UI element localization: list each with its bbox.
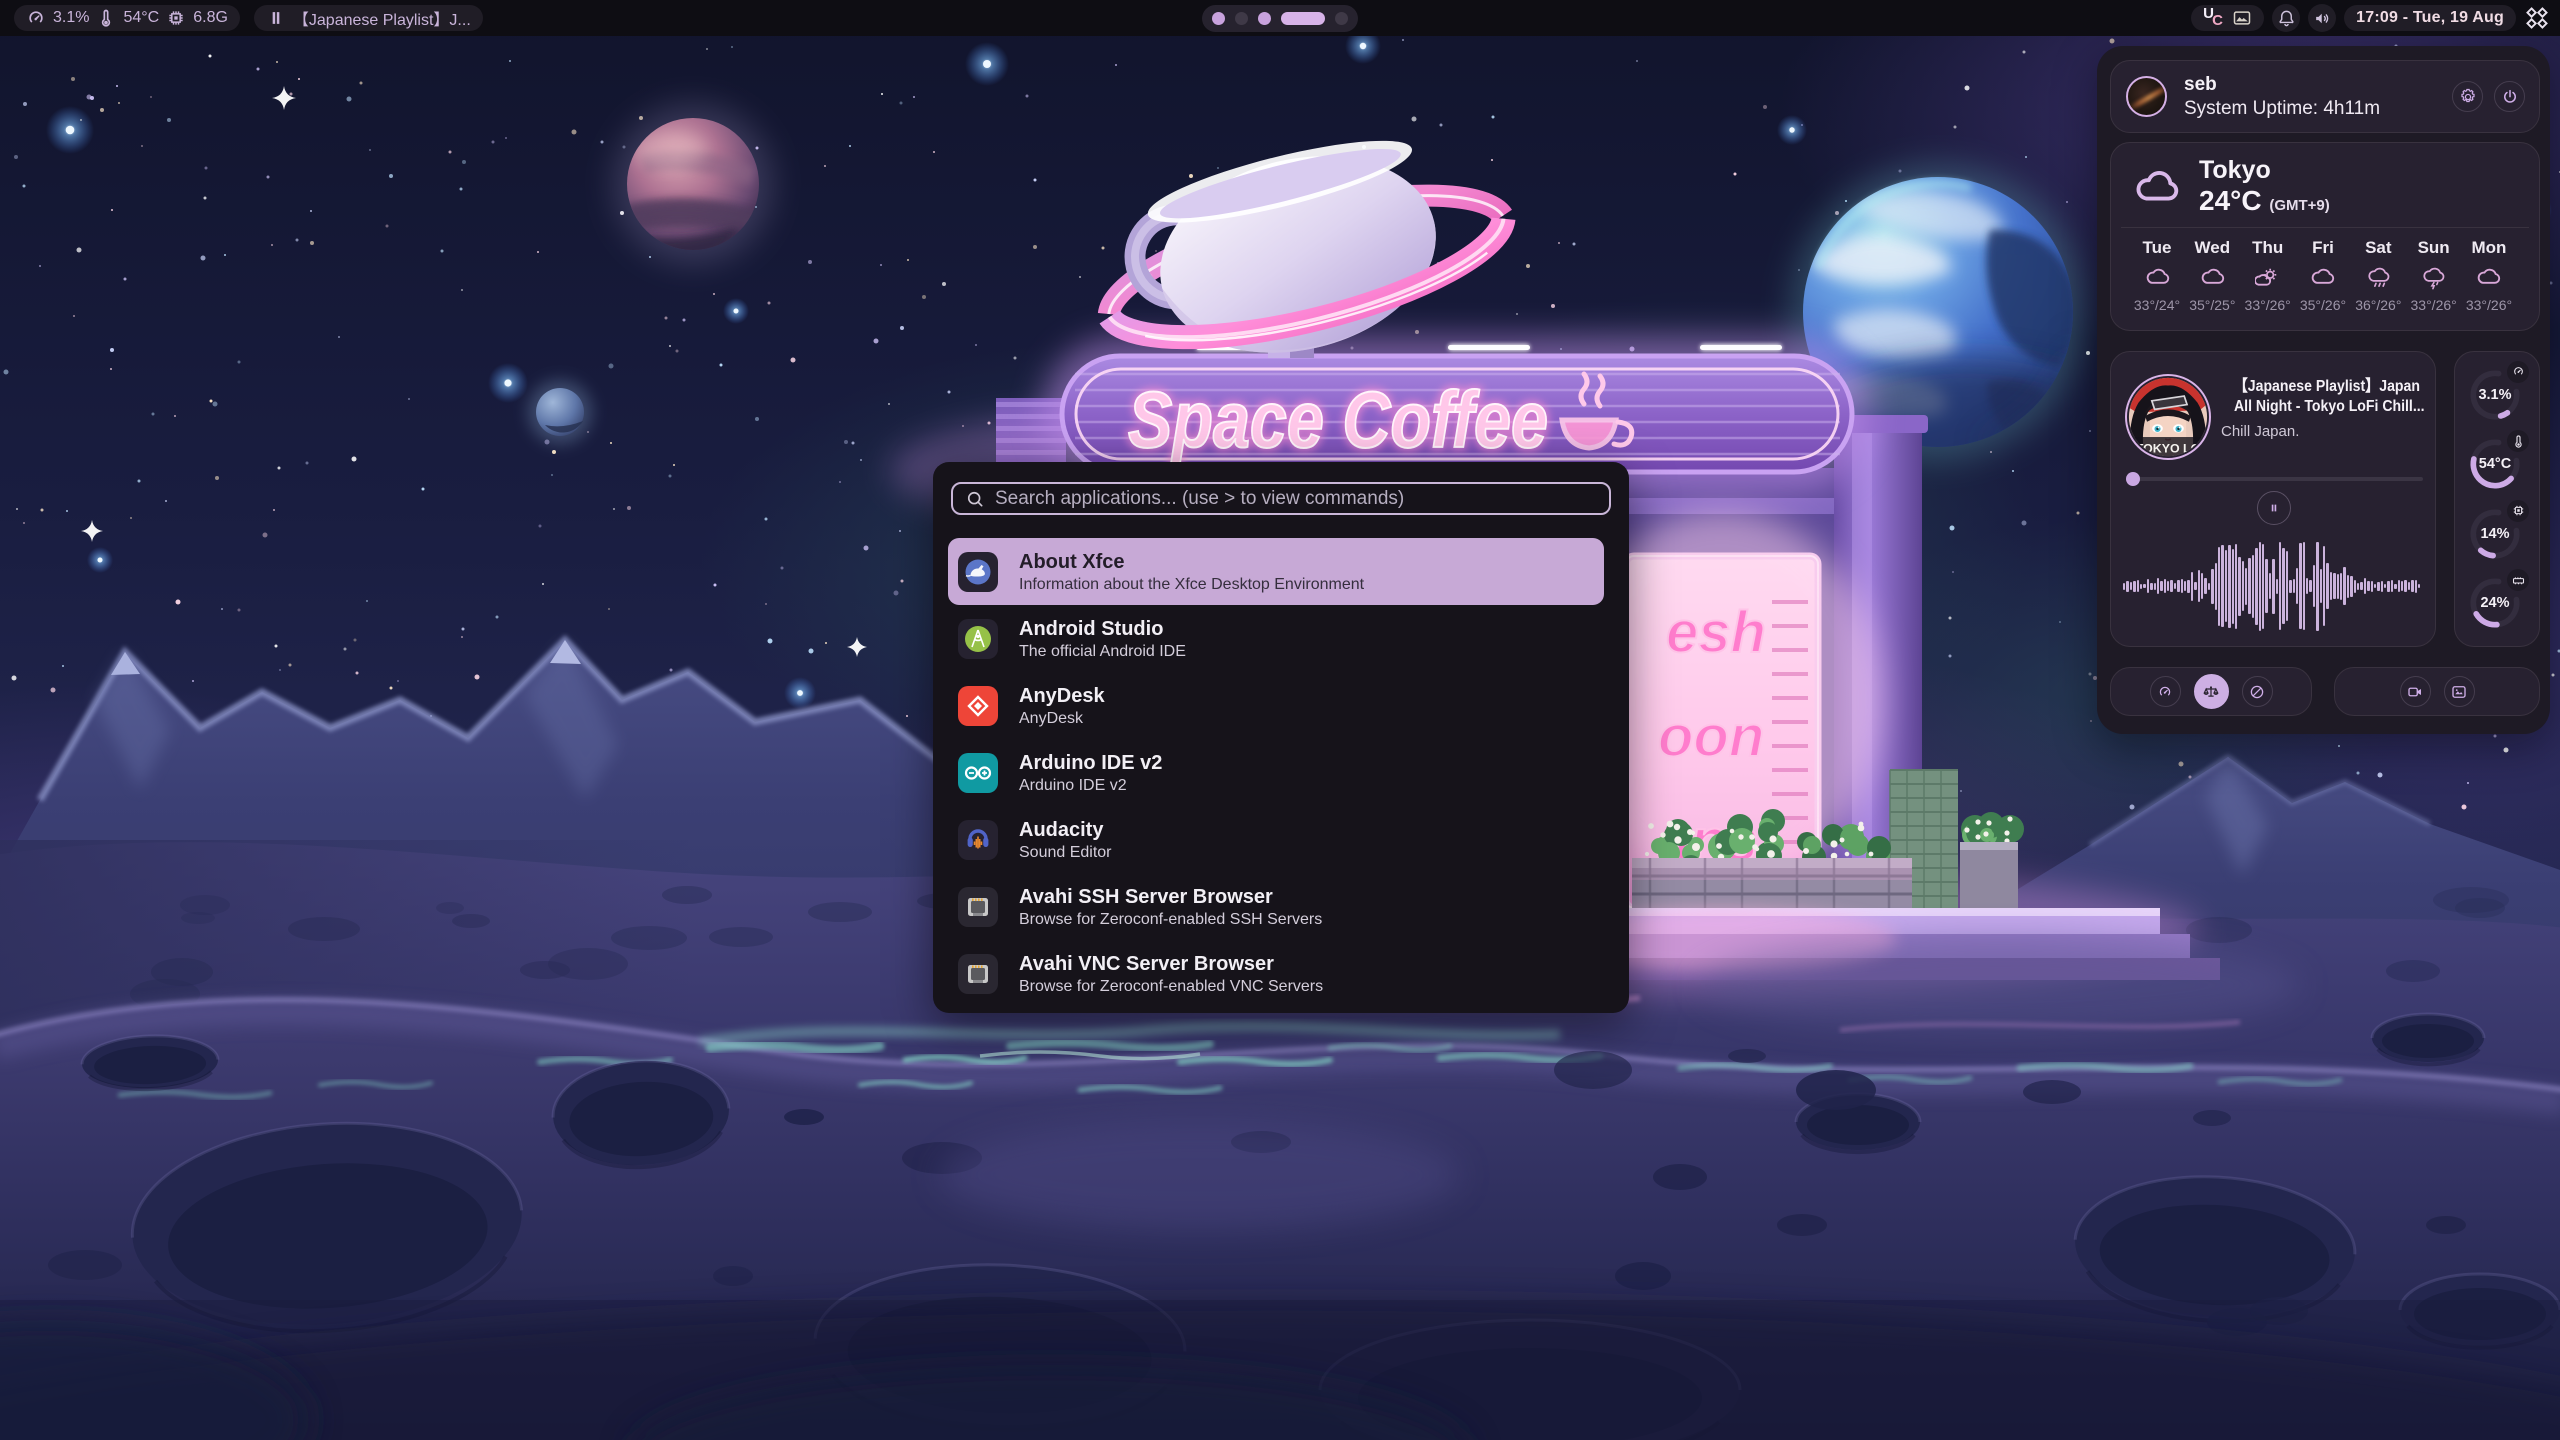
svg-text:TOKYO LO: TOKYO LO (2136, 441, 2201, 455)
svg-text:Space Coffee: Space Coffee (1128, 375, 1548, 464)
svg-text:esh: esh (1666, 600, 1766, 665)
svg-text:oon: oon (1658, 704, 1764, 769)
